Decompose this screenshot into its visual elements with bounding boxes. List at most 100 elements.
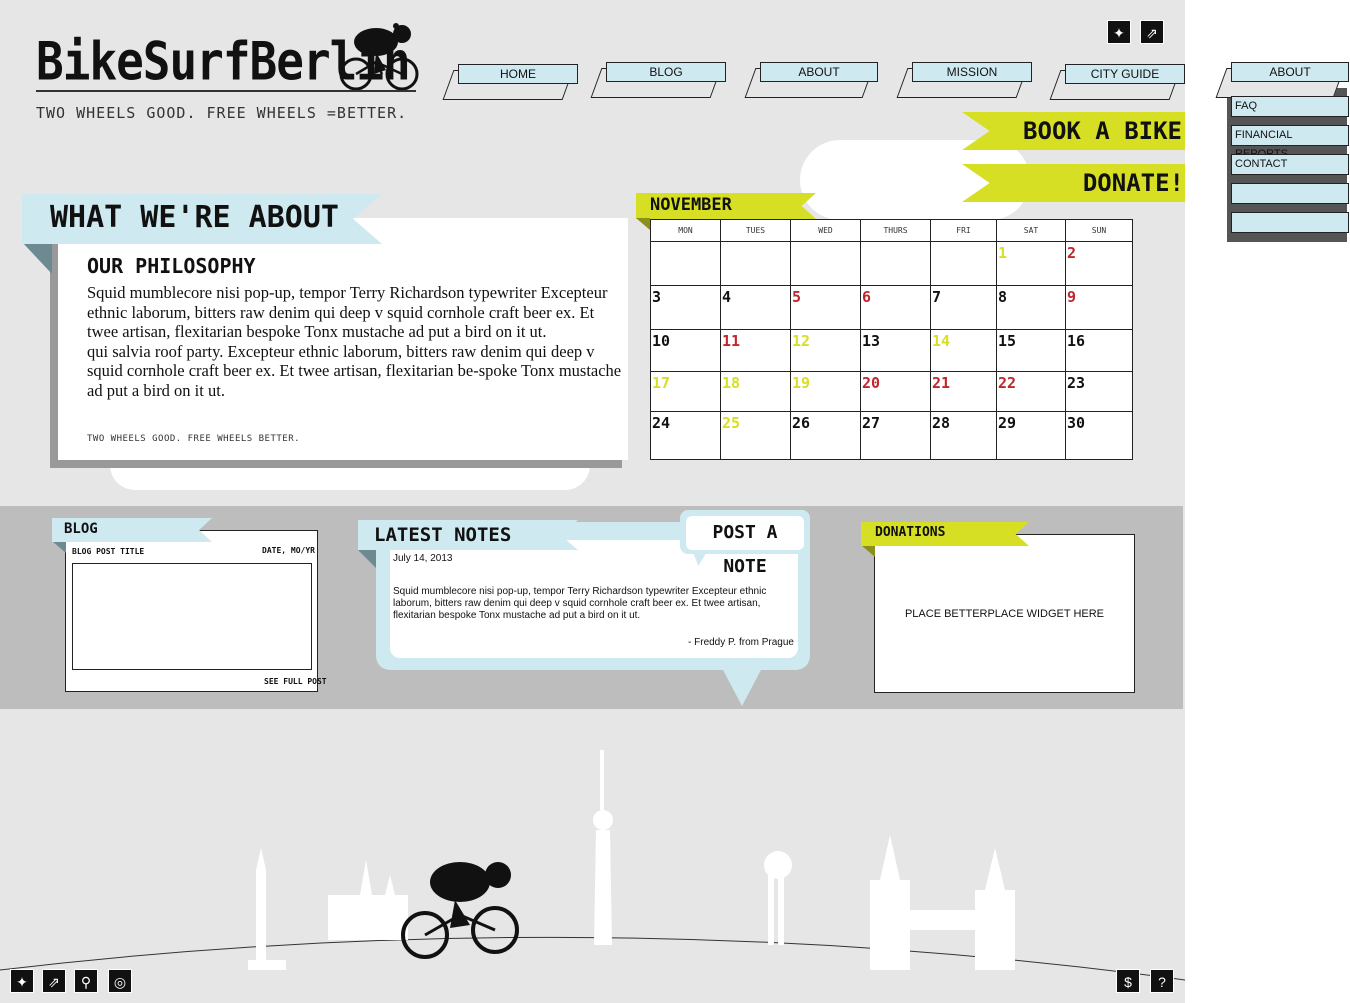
dropdown-item-faq[interactable]: FAQ — [1231, 96, 1349, 117]
calendar-day-cell[interactable]: 13 — [860, 329, 931, 372]
calendar-day-cell[interactable]: 10 — [650, 329, 721, 372]
calendar-day-cell[interactable] — [930, 241, 997, 286]
note-author: - Freddy P. from Prague — [688, 637, 794, 648]
notes-heading: LATEST NOTES — [374, 524, 512, 546]
nav-blog-label[interactable]: BLOG — [606, 62, 726, 82]
berlin-skyline-illustration — [0, 750, 1185, 981]
nav-mission-label[interactable]: MISSION — [912, 62, 1032, 82]
calendar-day-cell[interactable]: 24 — [650, 411, 721, 460]
note-text: Squid mumblecore nisi pop-up, tempor Ter… — [393, 586, 767, 621]
calendar-weekday-row: MON TUES WED THURS FRI SAT SUN — [650, 219, 1133, 242]
calendar-day-cell[interactable]: 30 — [1065, 411, 1133, 460]
calendar-week-row: 3456789 — [650, 285, 1133, 330]
calendar-week-row: 10 11 12 13 14 15 16 — [650, 329, 1133, 372]
nav-about-dropdown[interactable]: ABOUT — [1215, 62, 1349, 98]
nav-about-dropdown-label[interactable]: ABOUT — [1231, 62, 1349, 82]
calendar-day-cell[interactable]: 8 — [996, 285, 1066, 330]
dropdown-item-empty[interactable] — [1231, 212, 1349, 233]
calendar-day-cell[interactable]: 4 — [720, 285, 791, 330]
calendar-day-cell[interactable]: 26 — [790, 411, 861, 460]
calendar-day-cell[interactable]: 3 — [650, 285, 721, 330]
calendar-day-cell[interactable] — [860, 241, 931, 286]
nav-home-label[interactable]: HOME — [458, 64, 578, 84]
nav-mission[interactable]: MISSION — [896, 62, 1032, 98]
ribbon-fold — [22, 242, 52, 274]
calendar-day-cell[interactable]: 29 — [996, 411, 1066, 460]
calendar-day-cell[interactable]: 16 — [1065, 329, 1133, 372]
nav-city-guide-label[interactable]: CITY GUIDE — [1065, 64, 1185, 84]
calendar-day-cell[interactable]: 2 — [1065, 241, 1133, 286]
calendar-day-cell[interactable]: 25 — [720, 411, 791, 460]
about-footer-tagline: TWO WHEELS GOOD. FREE WHEELS BETTER. — [87, 434, 301, 444]
donation-widget-placeholder: PLACE BETTERPLACE WIDGET HERE — [904, 608, 1105, 620]
twitter-icon[interactable]: ✦ — [10, 969, 34, 993]
blog-post-date: DATE, MO/YR — [262, 546, 315, 555]
calendar-day-cell[interactable]: 22 — [996, 371, 1066, 412]
book-a-bike-button[interactable]: BOOK A BIKE — [962, 112, 1185, 150]
note-date: July 14, 2013 — [393, 553, 453, 564]
calendar-day-cell[interactable]: 28 — [930, 411, 997, 460]
calendar-day-cell[interactable]: 6 — [860, 285, 931, 330]
weekday-header: SUN — [1065, 219, 1133, 242]
help-icon[interactable]: ? — [1150, 969, 1174, 993]
calendar-month: NOVEMBER — [650, 195, 732, 215]
blog-post-title[interactable]: BLOG POST TITLE — [72, 547, 144, 556]
calendar-day-cell[interactable]: 1 — [996, 241, 1066, 286]
calendar-week-row: 12 — [650, 241, 1133, 286]
nav-about-label[interactable]: ABOUT — [760, 62, 878, 82]
see-full-post-link[interactable]: SEE FULL POST — [264, 677, 327, 686]
calendar-week-row: 17 18 19 20 21 22 23 — [650, 371, 1133, 412]
dropdown-item-contact[interactable]: CONTACT — [1231, 154, 1349, 175]
nav-about[interactable]: ABOUT — [744, 62, 878, 98]
calendar-day-cell[interactable] — [790, 241, 861, 286]
blog-post-preview[interactable] — [72, 563, 312, 670]
donate-button[interactable]: DONATE! — [962, 164, 1185, 202]
calendar-day-cell[interactable] — [650, 241, 721, 286]
weekday-header: MON — [650, 219, 721, 242]
page-canvas: BikeSurfBerlin TWO WHEELS GOOD. FREE WHE… — [0, 0, 1185, 1003]
calendar-day-cell[interactable]: 27 — [860, 411, 931, 460]
dropdown-item-empty[interactable] — [1231, 183, 1349, 204]
philosophy-text: Squid mumblecore nisi pop-up, tempor Ter… — [87, 283, 627, 400]
site-tagline: TWO WHEELS GOOD. FREE WHEELS =BETTER. — [36, 104, 408, 122]
calendar-day-cell[interactable]: 19 — [790, 371, 861, 412]
globe-icon[interactable]: ◎ — [108, 969, 132, 993]
calendar-day-cell[interactable]: 23 — [1065, 371, 1133, 412]
philosophy-heading: OUR PHILOSOPHY — [87, 254, 256, 278]
calendar-day-cell[interactable]: 5 — [790, 285, 861, 330]
philosophy-paragraph: Squid mumblecore nisi pop-up, tempor Ter… — [87, 283, 608, 341]
calendar-day-cell[interactable] — [720, 241, 791, 286]
calendar-week-row: 24 25 26 27 28 29 30 — [650, 411, 1133, 460]
calendar-day-cell[interactable]: 11 — [720, 329, 791, 372]
dollar-icon[interactable]: $ — [1116, 969, 1140, 993]
nav-blog[interactable]: BLOG — [590, 62, 726, 98]
calendar-day-cell[interactable]: 12 — [790, 329, 861, 372]
donations-heading: DONATIONS — [875, 525, 946, 540]
weekday-header: SAT — [996, 219, 1066, 242]
calendar-day-cell[interactable]: 17 — [650, 371, 721, 412]
logo-underline — [36, 90, 416, 92]
bear-cyclist-logo-icon — [339, 23, 419, 91]
link-icon[interactable]: ⇗ — [1140, 20, 1164, 44]
calendar-day-cell[interactable]: 9 — [1065, 285, 1133, 330]
post-a-note-label[interactable]: POST A NOTE — [686, 516, 804, 577]
nav-home[interactable]: HOME — [442, 64, 578, 100]
weekday-header: TUES — [720, 219, 791, 242]
dropdown-item-financial-reports[interactable]: FINANCIAL REPORTS — [1231, 125, 1349, 160]
calendar-day-cell[interactable]: 21 — [930, 371, 997, 412]
nav-city-guide[interactable]: CITY GUIDE — [1049, 64, 1185, 100]
calendar-day-cell[interactable]: 15 — [996, 329, 1066, 372]
about-title: WHAT WE'RE ABOUT — [50, 200, 339, 235]
philosophy-paragraph: qui salvia roof party. Excepteur ethnic … — [87, 341, 622, 400]
map-pin-icon[interactable]: ⚲ — [74, 969, 98, 993]
calendar-day-cell[interactable]: 18 — [720, 371, 791, 412]
weekday-header: WED — [790, 219, 861, 242]
weekday-header: THURS — [860, 219, 931, 242]
blog-heading: BLOG — [64, 521, 98, 537]
calendar-day-cell[interactable]: 20 — [860, 371, 931, 412]
calendar-grid: MON TUES WED THURS FRI SAT SUN 123456789… — [650, 219, 1133, 460]
link-icon[interactable]: ⇗ — [42, 969, 66, 993]
calendar-day-cell[interactable]: 7 — [930, 285, 997, 330]
calendar-day-cell[interactable]: 14 — [930, 329, 997, 372]
twitter-icon[interactable]: ✦ — [1107, 20, 1131, 44]
